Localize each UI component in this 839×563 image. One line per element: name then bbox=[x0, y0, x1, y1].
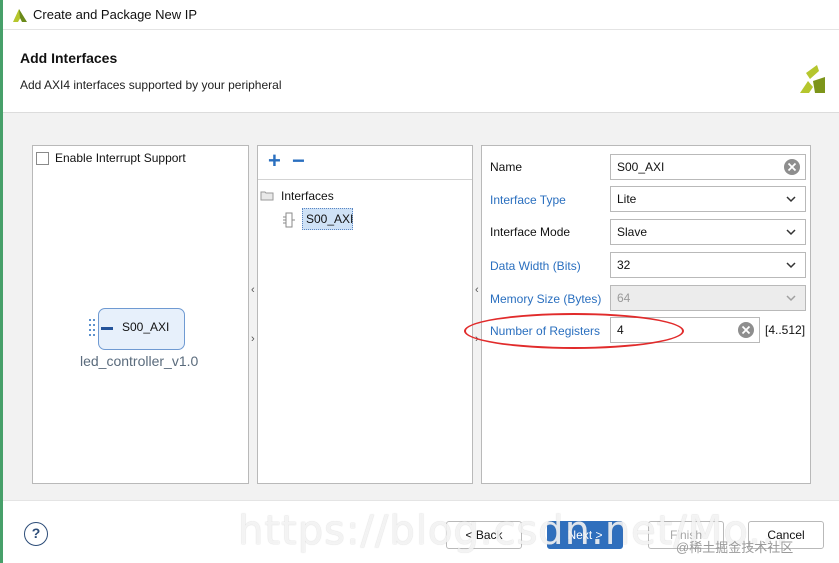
clear-icon[interactable] bbox=[737, 321, 755, 339]
folder-icon bbox=[260, 191, 274, 201]
window-title: Create and Package New IP bbox=[33, 7, 198, 22]
axi-interface-icon bbox=[283, 212, 295, 228]
data-width-select[interactable]: 32 bbox=[610, 252, 806, 278]
interface-mode-value: Slave bbox=[617, 225, 648, 239]
name-field[interactable]: S00_AXI bbox=[610, 154, 806, 180]
red-annotation-ellipse bbox=[464, 313, 684, 349]
vivado-logo-icon bbox=[13, 9, 27, 22]
toolbar-divider bbox=[258, 179, 472, 180]
title-bar: Create and Package New IP bbox=[3, 0, 839, 30]
add-interface-button[interactable]: + bbox=[268, 150, 281, 172]
chevron-down-icon bbox=[786, 295, 796, 302]
page-title: Add Interfaces bbox=[20, 50, 118, 66]
xilinx-logo-icon bbox=[800, 65, 825, 93]
tree-root-interfaces[interactable]: Interfaces bbox=[281, 189, 334, 203]
enable-interrupt-label: Enable Interrupt Support bbox=[55, 151, 186, 165]
interface-type-label[interactable]: Interface Type bbox=[490, 193, 566, 207]
name-value: S00_AXI bbox=[617, 160, 665, 174]
interface-mode-select[interactable]: Slave bbox=[610, 219, 806, 245]
collapse-left-arrow-icon[interactable]: ‹ bbox=[475, 284, 479, 296]
memory-size-label[interactable]: Memory Size (Bytes) bbox=[490, 292, 601, 306]
data-width-label[interactable]: Data Width (Bits) bbox=[490, 259, 581, 273]
wizard-header: Add Interfaces Add AXI4 interfaces suppo… bbox=[3, 31, 839, 111]
memory-size-value: 64 bbox=[617, 291, 631, 305]
community-watermark: @稀土掘金技术社区 bbox=[676, 540, 794, 555]
ip-name-label: led_controller_v1.0 bbox=[80, 353, 199, 369]
chevron-down-icon bbox=[786, 229, 796, 236]
clear-icon[interactable] bbox=[783, 158, 801, 176]
data-width-value: 32 bbox=[617, 258, 631, 272]
enable-interrupt-checkbox[interactable] bbox=[36, 152, 49, 165]
memory-size-select: 64 bbox=[610, 285, 806, 311]
ip-port-label: S00_AXI bbox=[122, 320, 170, 334]
collapse-bus-icon[interactable] bbox=[101, 327, 113, 330]
chevron-down-icon bbox=[786, 196, 796, 203]
name-label: Name bbox=[490, 160, 523, 174]
interface-type-value: Lite bbox=[617, 192, 637, 206]
help-button[interactable]: ? bbox=[24, 522, 48, 546]
collapse-left-arrow-icon[interactable]: ‹ bbox=[251, 284, 255, 296]
interface-type-select[interactable]: Lite bbox=[610, 186, 806, 212]
bus-dots-icon bbox=[89, 319, 95, 336]
page-subtitle: Add AXI4 interfaces supported by your pe… bbox=[20, 78, 282, 92]
registers-range-hint: [4..512] bbox=[765, 323, 806, 337]
tree-item-s00-axi[interactable]: S00_AXI bbox=[302, 208, 353, 230]
remove-interface-button[interactable]: − bbox=[292, 150, 305, 172]
interface-mode-label: Interface Mode bbox=[490, 225, 571, 239]
expand-right-arrow-icon[interactable]: › bbox=[251, 333, 255, 345]
chevron-down-icon bbox=[786, 262, 796, 269]
